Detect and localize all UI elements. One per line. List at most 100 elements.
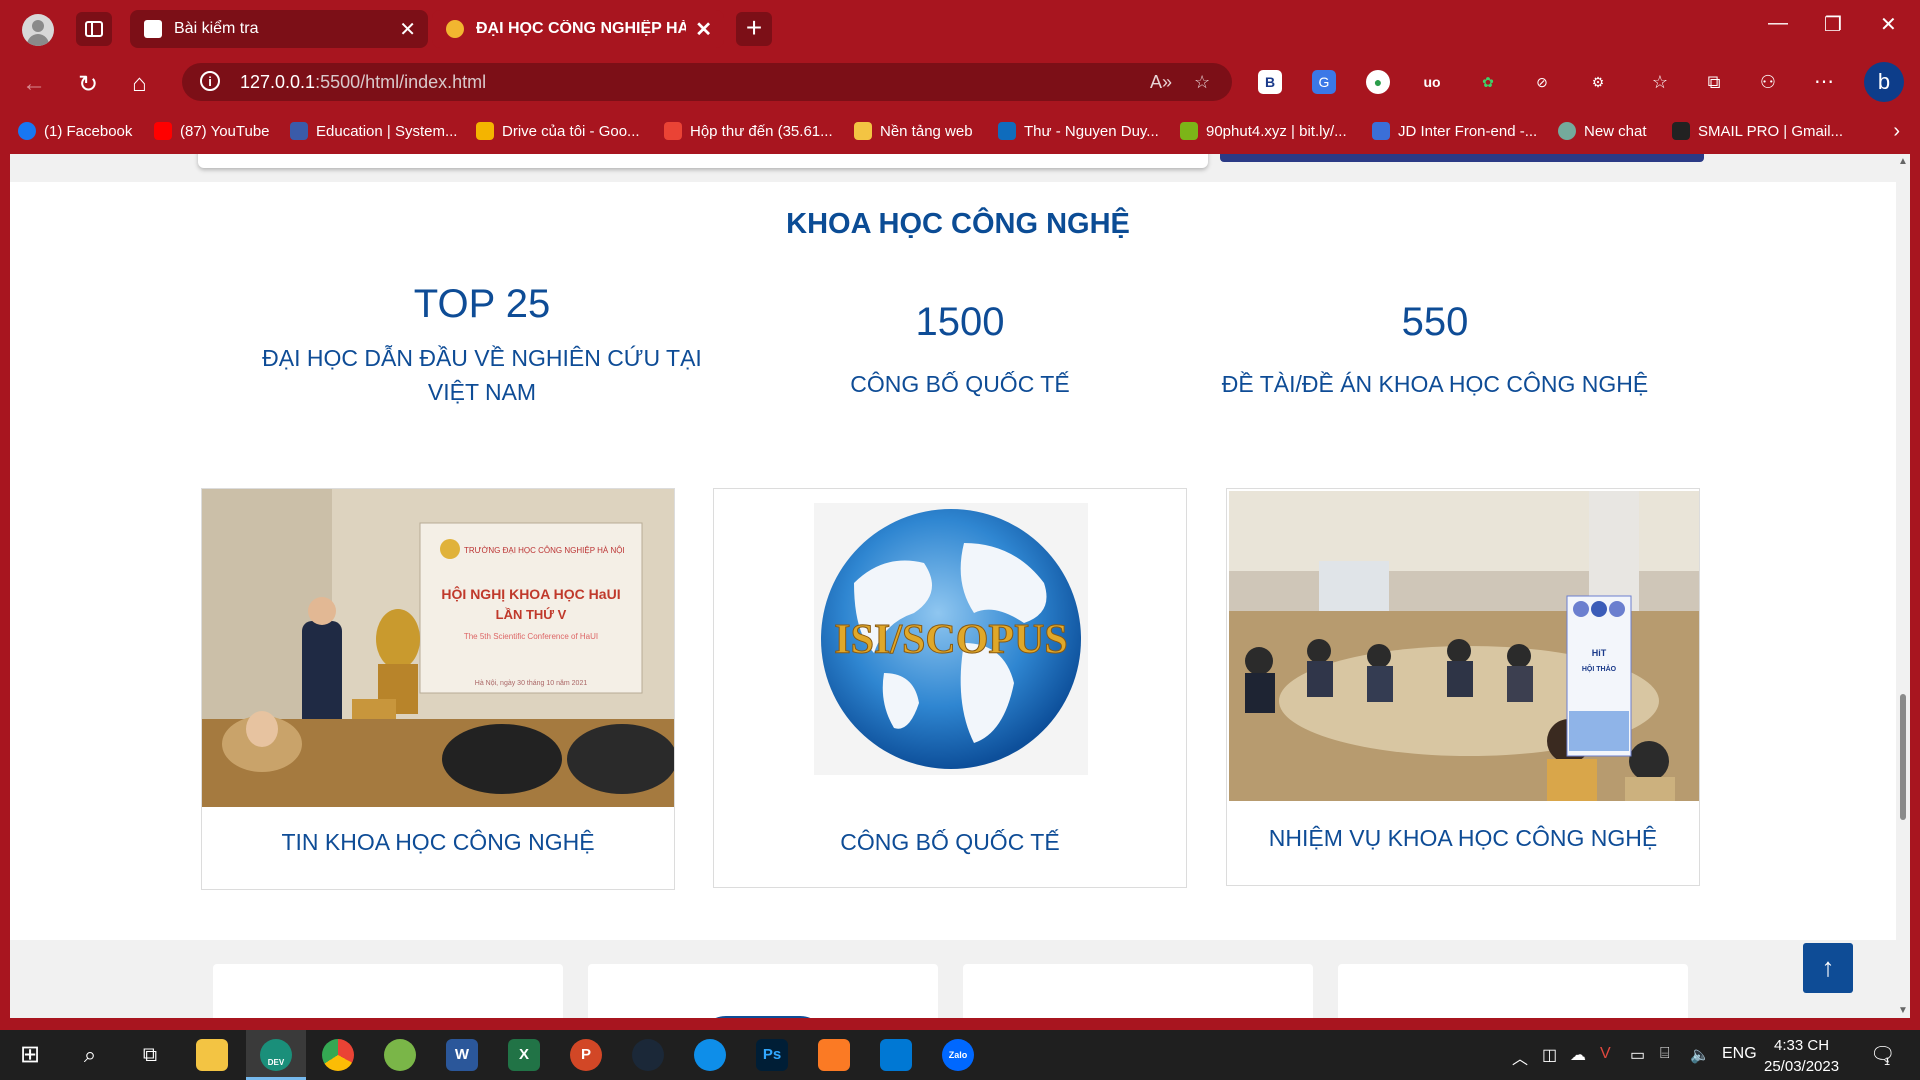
next-card: [588, 964, 938, 1018]
camera-icon[interactable]: ◫: [1542, 1045, 1557, 1065]
extension-color-icon[interactable]: ●: [1366, 70, 1390, 94]
address-bar[interactable]: i 127.0.0.1:5500/html/index.html A» ☆: [182, 63, 1232, 101]
tab-haui[interactable]: ĐẠI HỌC CÔNG NGHIỆP HÀ NỘI ✕: [432, 10, 724, 48]
back-to-top-button[interactable]: ↑: [1803, 943, 1853, 993]
file-explorer-icon[interactable]: [196, 1039, 228, 1071]
outlook-icon: [998, 122, 1016, 140]
chrome-icon[interactable]: [322, 1039, 354, 1071]
chevron-right-icon[interactable]: ›: [1893, 120, 1900, 143]
powerpoint-icon[interactable]: P: [570, 1039, 602, 1071]
clock[interactable]: 4:33 CH 25/03/2023: [1764, 1035, 1839, 1077]
bookmark-smail-pro[interactable]: SMAIL PRO | Gmail...: [1672, 118, 1843, 144]
bookmark-drive[interactable]: Drive của tôi - Goo...: [476, 118, 640, 144]
favorites-icon[interactable]: ☆: [1648, 70, 1672, 94]
scroll-thumb[interactable]: [1900, 694, 1906, 820]
scroll-down-icon[interactable]: ▼: [1898, 1005, 1908, 1016]
site-info-icon[interactable]: i: [200, 71, 220, 91]
card-caption[interactable]: NHIỆM VỤ KHOA HỌC CÔNG NGHỆ: [1227, 825, 1699, 852]
bing-icon[interactable]: b: [1864, 62, 1904, 102]
extension-b-icon[interactable]: B: [1258, 70, 1282, 94]
xampp-icon[interactable]: [818, 1039, 850, 1071]
stat-number: TOP 25: [413, 282, 551, 326]
card-international-publications[interactable]: ISI/SCOPUS CÔNG BỐ QUỐC TẾ: [713, 488, 1187, 888]
collections-icon[interactable]: ⧉: [1702, 70, 1726, 94]
slide-title: HỘI NGHỊ KHOA HỌC HaUI: [441, 585, 620, 602]
network-icon[interactable]: ⌸: [1660, 1045, 1670, 1063]
task-view-icon[interactable]: ⧉: [134, 1039, 166, 1071]
word-icon[interactable]: W: [446, 1039, 478, 1071]
stat-top25: TOP 25 ĐẠI HỌC DẪN ĐẦU VỀ NGHIÊN CỨU TẠI…: [232, 282, 732, 409]
excel-icon[interactable]: X: [508, 1039, 540, 1071]
card-caption[interactable]: TIN KHOA HỌC CÔNG NGHỆ: [202, 829, 674, 856]
conference-photo[interactable]: TRƯỜNG ĐẠI HỌC CÔNG NGHIỆP HÀ NỘI HỘI NG…: [202, 489, 674, 807]
back-icon[interactable]: ←: [22, 70, 46, 98]
bookmark-gmail[interactable]: Hộp thư đến (35.61...: [664, 118, 833, 144]
stat-number: 1500: [915, 300, 1005, 344]
ublock-icon[interactable]: uo: [1420, 70, 1444, 94]
close-tab-icon[interactable]: ✕: [695, 17, 712, 42]
maximize-icon[interactable]: ❐: [1824, 12, 1842, 37]
bookmark-90phut[interactable]: 90phut4.xyz | bit.ly/...: [1180, 118, 1347, 144]
scroll-up-icon[interactable]: ▲: [1898, 156, 1908, 167]
more-menu-icon[interactable]: ⋯: [1812, 70, 1836, 94]
teamviewer-icon[interactable]: [694, 1039, 726, 1071]
next-card: [963, 964, 1313, 1018]
edge-dev-icon[interactable]: DEV: [260, 1039, 292, 1071]
card-science-news[interactable]: TRƯỜNG ĐẠI HỌC CÔNG NGHIỆP HÀ NỘI HỘI NG…: [201, 488, 675, 890]
volume-icon[interactable]: 🔈: [1690, 1045, 1710, 1065]
docs-icon: [1372, 122, 1390, 140]
steam-icon[interactable]: [632, 1039, 664, 1071]
chevron-up-icon[interactable]: ︿: [1512, 1045, 1528, 1069]
bookmark-facebook[interactable]: (1) Facebook: [18, 118, 132, 144]
windows-start-icon[interactable]: ⊞: [14, 1039, 46, 1071]
stat-label: ĐẠI HỌC DẪN ĐẦU VỀ NGHIÊN CỨU TẠI VIỆT NA…: [262, 345, 702, 405]
vietkey-icon[interactable]: V: [1600, 1045, 1611, 1063]
extensions-icon[interactable]: ⚙: [1586, 70, 1610, 94]
photoshop-icon[interactable]: Ps: [756, 1039, 788, 1071]
new-tab-button[interactable]: +: [736, 12, 772, 46]
stat-number: 550: [1401, 300, 1469, 344]
section-title: KHOA HỌC CÔNG NGHỆ: [786, 208, 1130, 240]
color-picker-icon[interactable]: ✿: [1476, 70, 1500, 94]
tab-bar: Bài kiểm tra ✕ ĐẠI HỌC CÔNG NGHIỆP HÀ NỘ…: [0, 0, 1920, 58]
facebook-icon: [18, 122, 36, 140]
bookmark-education[interactable]: Education | System...: [290, 118, 457, 144]
bookmark-outlook[interactable]: Thư - Nguyen Duy...: [998, 118, 1159, 144]
add-favorite-icon[interactable]: ☆: [1194, 72, 1210, 93]
bookmarks-bar: (1) Facebook (87) YouTube Education | Sy…: [0, 112, 1920, 150]
tab-actions-button[interactable]: [76, 12, 112, 46]
close-window-icon[interactable]: ✕: [1880, 12, 1897, 37]
home-icon[interactable]: ⌂: [132, 70, 147, 98]
page-viewport: KHOA HỌC CÔNG NGHỆ TOP 25 ĐẠI HỌC DẪN ĐẦ…: [10, 154, 1906, 1018]
close-tab-icon[interactable]: ✕: [399, 17, 416, 42]
share-icon[interactable]: ⚇: [1756, 70, 1780, 94]
bookmark-new-chat[interactable]: New chat: [1558, 118, 1647, 144]
translate-icon[interactable]: G: [1312, 70, 1336, 94]
onedrive-icon[interactable]: ☁: [1570, 1045, 1586, 1065]
minimize-icon[interactable]: —: [1768, 12, 1788, 35]
vscode-icon[interactable]: [880, 1039, 912, 1071]
navigation-bar: ← ↻ ⌂ i 127.0.0.1:5500/html/index.html A…: [0, 58, 1920, 112]
coccoc-icon[interactable]: [384, 1039, 416, 1071]
language-indicator[interactable]: ENG: [1722, 1045, 1757, 1063]
card-research-tasks[interactable]: HiT HỘI THẢO NHIỆM VỤ KHOA HỌC CÔNG NGHỆ: [1226, 488, 1700, 886]
bookmark-web-platform[interactable]: Nền tảng web: [854, 118, 973, 144]
seminar-photo[interactable]: HiT HỘI THẢO: [1229, 491, 1699, 801]
page-scrollbar[interactable]: ▲ ▼: [1896, 154, 1910, 1018]
isi-scopus-globe[interactable]: ISI/SCOPUS: [814, 503, 1088, 775]
battery-icon[interactable]: ▭: [1630, 1045, 1645, 1065]
compass-icon[interactable]: ⊘: [1530, 70, 1554, 94]
zalo-icon[interactable]: Zalo: [942, 1039, 974, 1071]
profile-avatar-icon[interactable]: [22, 14, 54, 46]
refresh-icon[interactable]: ↻: [78, 70, 98, 99]
tab-bai-kiem-tra[interactable]: Bài kiểm tra ✕: [130, 10, 428, 48]
notification-center-icon[interactable]: 🗨: [1870, 1042, 1895, 1067]
previous-section-strip: [10, 154, 1906, 182]
search-icon[interactable]: ⌕: [74, 1039, 106, 1071]
next-card: [1338, 964, 1688, 1018]
bookmark-youtube[interactable]: (87) YouTube: [154, 118, 270, 144]
bookmark-jd-intern[interactable]: JD Inter Fron-end -...: [1372, 118, 1537, 144]
card-caption[interactable]: CÔNG BỐ QUỐC TẾ: [714, 829, 1186, 856]
read-aloud-icon[interactable]: A»: [1150, 72, 1172, 93]
url-text: 127.0.0.1:5500/html/index.html: [240, 72, 487, 92]
